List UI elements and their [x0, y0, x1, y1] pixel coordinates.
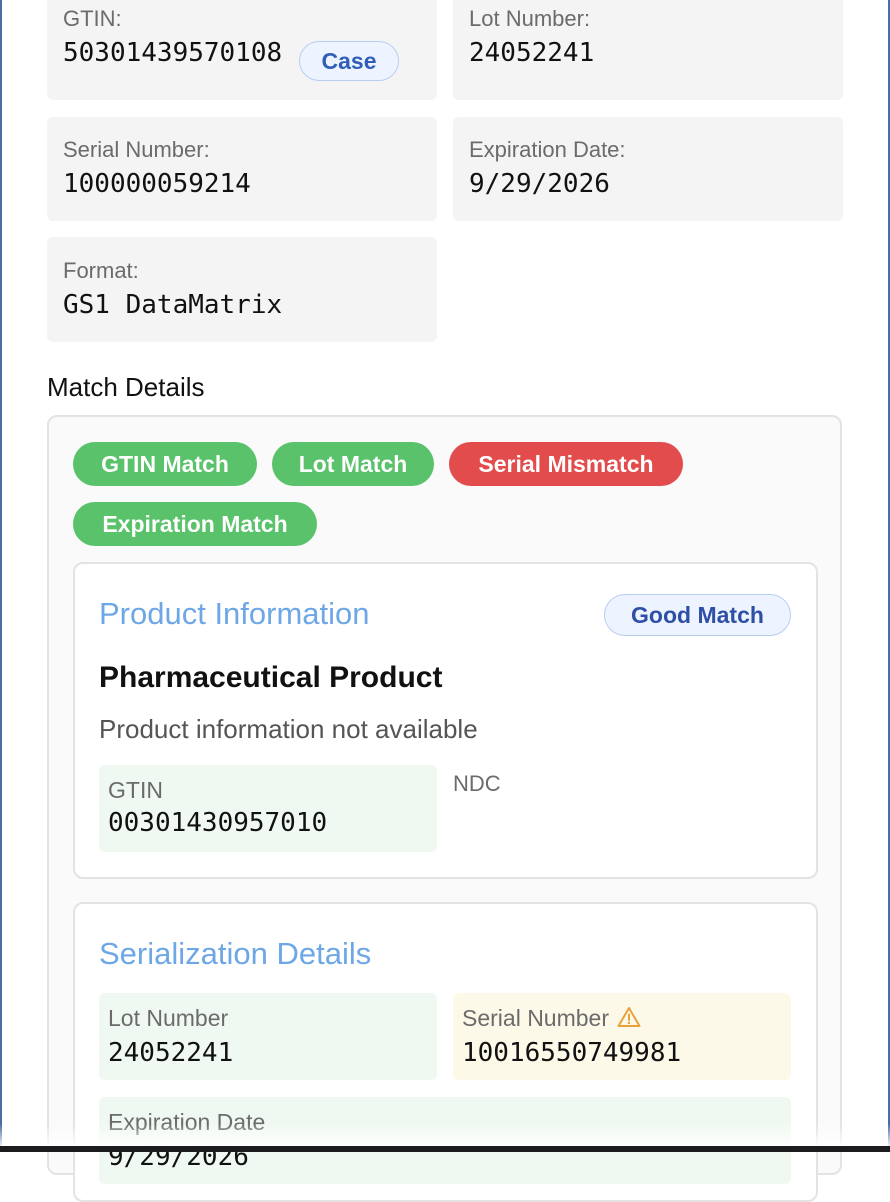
product-gtin-value: 00301430957010 [108, 808, 328, 838]
format-field: Format: GS1 DataMatrix [47, 237, 437, 342]
expiration-label: Expiration Date: [469, 137, 626, 162]
product-description: Product information not available [99, 714, 478, 744]
serialization-card: Serialization Details Lot Number 2405224… [73, 902, 818, 1202]
serial-value: 100000059214 [63, 169, 251, 199]
serial-lot-value: 24052241 [108, 1038, 234, 1068]
format-value: GS1 DataMatrix [63, 290, 283, 320]
package-level-badge: Case [299, 41, 399, 81]
window-border-left [0, 0, 2, 1152]
match-quality-badge: Good Match [604, 594, 791, 636]
lot-match-tag: Lot Match [272, 442, 434, 486]
gtin-match-tag: GTIN Match [73, 442, 257, 486]
warning-triangle-icon [617, 1006, 641, 1034]
serial-field: Serial Number: 100000059214 [47, 117, 437, 221]
expiration-value: 9/29/2026 [469, 169, 610, 199]
window-bottom-edge [0, 1146, 890, 1152]
lot-value: 24052241 [469, 38, 595, 68]
product-name: Pharmaceutical Product [99, 661, 443, 694]
format-label: Format: [63, 258, 139, 283]
gtin-label: GTIN: [63, 6, 122, 31]
product-info-title: Product Information [99, 596, 370, 631]
serial-lot-box: Lot Number 24052241 [99, 993, 437, 1080]
match-details-title: Match Details [47, 372, 205, 402]
serial-label: Serial Number: [63, 137, 210, 162]
serial-mismatch-tag: Serial Mismatch [449, 442, 683, 486]
serial-lot-label: Lot Number [108, 1005, 229, 1031]
serial-expiration-box: Expiration Date 9/29/2026 [99, 1097, 791, 1184]
product-info-card: Product Information Good Match Pharmaceu… [73, 562, 818, 879]
lot-field: Lot Number: 24052241 [453, 0, 843, 100]
expiration-field: Expiration Date: 9/29/2026 [453, 117, 843, 221]
ndc-label: NDC [453, 771, 501, 796]
gtin-value: 50301439570108 [63, 38, 283, 68]
serial-number-box: Serial Number 10016550749981 [453, 993, 791, 1080]
product-gtin-label: GTIN [108, 777, 163, 803]
serial-expiration-label: Expiration Date [108, 1109, 266, 1135]
lot-label: Lot Number: [469, 6, 591, 31]
match-details-panel: GTIN Match Lot Match Serial Mismatch Exp… [47, 415, 842, 1202]
serial-number-label: Serial Number [462, 1005, 609, 1031]
product-gtin-box: GTIN 00301430957010 [99, 765, 437, 852]
serialization-title: Serialization Details [99, 936, 372, 971]
expiration-match-tag: Expiration Match [73, 502, 317, 546]
serial-number-label-wrap: Serial Number [462, 1005, 641, 1034]
serial-number-value: 10016550749981 [462, 1038, 682, 1068]
